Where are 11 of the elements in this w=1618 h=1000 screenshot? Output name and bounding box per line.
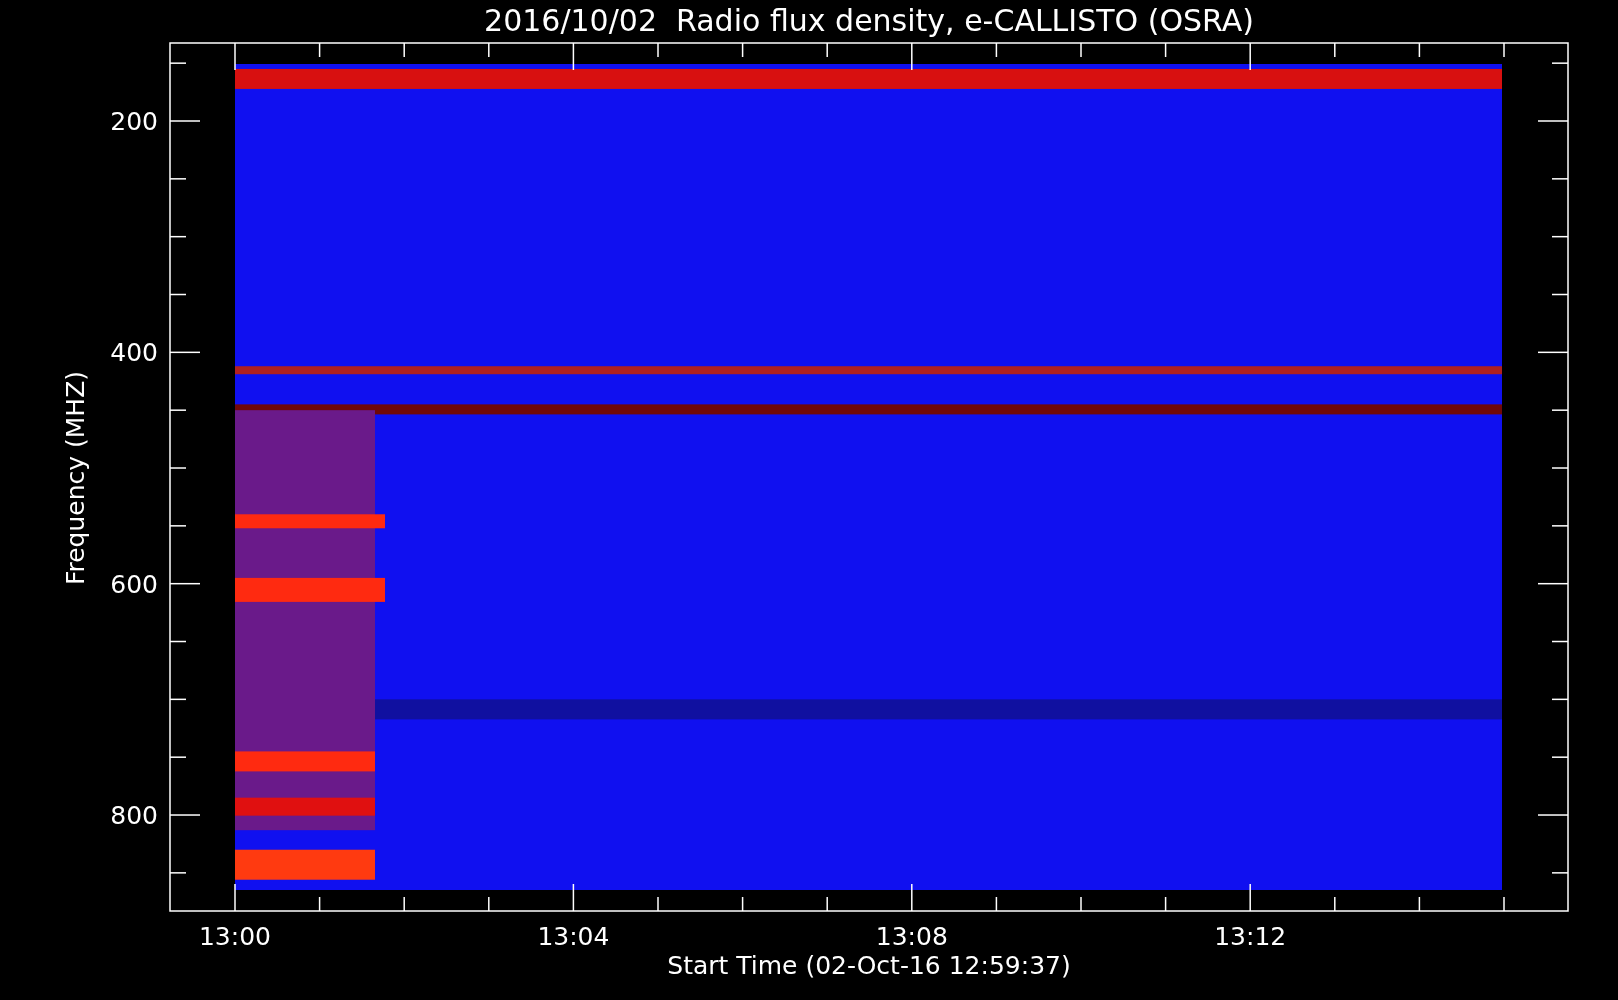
tick-label: 13:00 [199,922,271,951]
tick-label: 800 [110,801,158,830]
chart-title: 2016/10/02 Radio flux density, e-CALLISTO (OSRA) [484,3,1254,38]
tick-label: 200 [110,107,158,136]
tick-label: 13:08 [875,922,948,951]
tick-label: 13:04 [537,922,610,951]
tick-label: 13:12 [1214,922,1287,951]
tick-label: 400 [110,338,158,368]
axis-label: Start Time (02-Oct-16 12:59:37) [667,951,1071,980]
axis-label: Frequency (MHZ) [61,370,90,586]
tick-label: 600 [110,569,158,599]
